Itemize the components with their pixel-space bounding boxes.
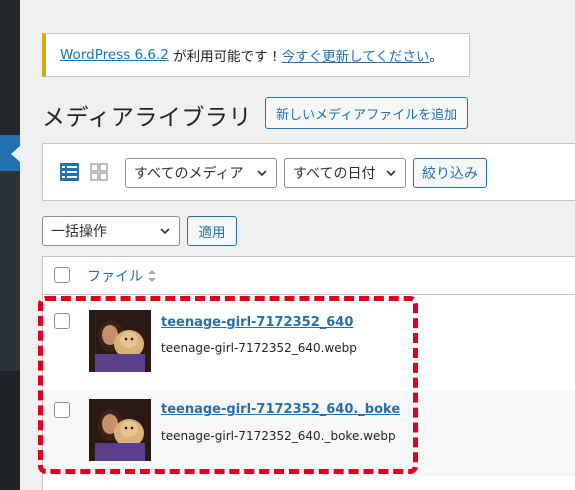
notice-text: が利用可能です ! [168,49,282,65]
sort-icon [148,270,156,282]
date-value: すべての日付 [293,166,376,182]
bulk-action-value: 一括操作 [51,224,107,240]
add-new-media-button[interactable]: 新しいメディアファイルを追加 [265,97,469,129]
update-now-link[interactable]: 今すぐ更新してください [282,45,430,65]
sidebar-top [0,0,20,135]
apply-button[interactable]: 適用 [187,216,237,246]
media-type-value: すべてのメディア [134,166,244,182]
column-file-label: ファイル [87,269,143,285]
media-type-select[interactable]: すべてのメディア [125,158,277,188]
admin-sidebar [0,0,20,490]
update-notice: WordPress 6.6.2 が利用可能です ! 今すぐ更新してください 。 [42,33,470,77]
chevron-down-icon [160,228,170,235]
select-all-checkbox[interactable] [54,267,70,283]
chevron-down-icon [386,170,396,177]
sidebar-submenu [0,171,20,371]
chevron-down-icon [257,170,267,177]
table-row-partial [43,480,575,490]
page-title: メディアライブラリ [42,105,252,131]
notice-end: 。 [429,49,443,65]
filter-button[interactable]: 絞り込み [413,158,487,188]
sidebar-active-pointer [11,146,20,162]
bulk-action-select[interactable]: 一括操作 [42,216,180,246]
wordpress-version-link[interactable]: WordPress 6.6.2 [60,47,169,63]
date-select[interactable]: すべての日付 [284,158,406,188]
grid-view-icon[interactable] [90,163,108,181]
column-header-file[interactable]: ファイル [87,266,157,286]
red-dashed-highlight [38,296,418,474]
list-view-icon[interactable] [60,163,79,181]
